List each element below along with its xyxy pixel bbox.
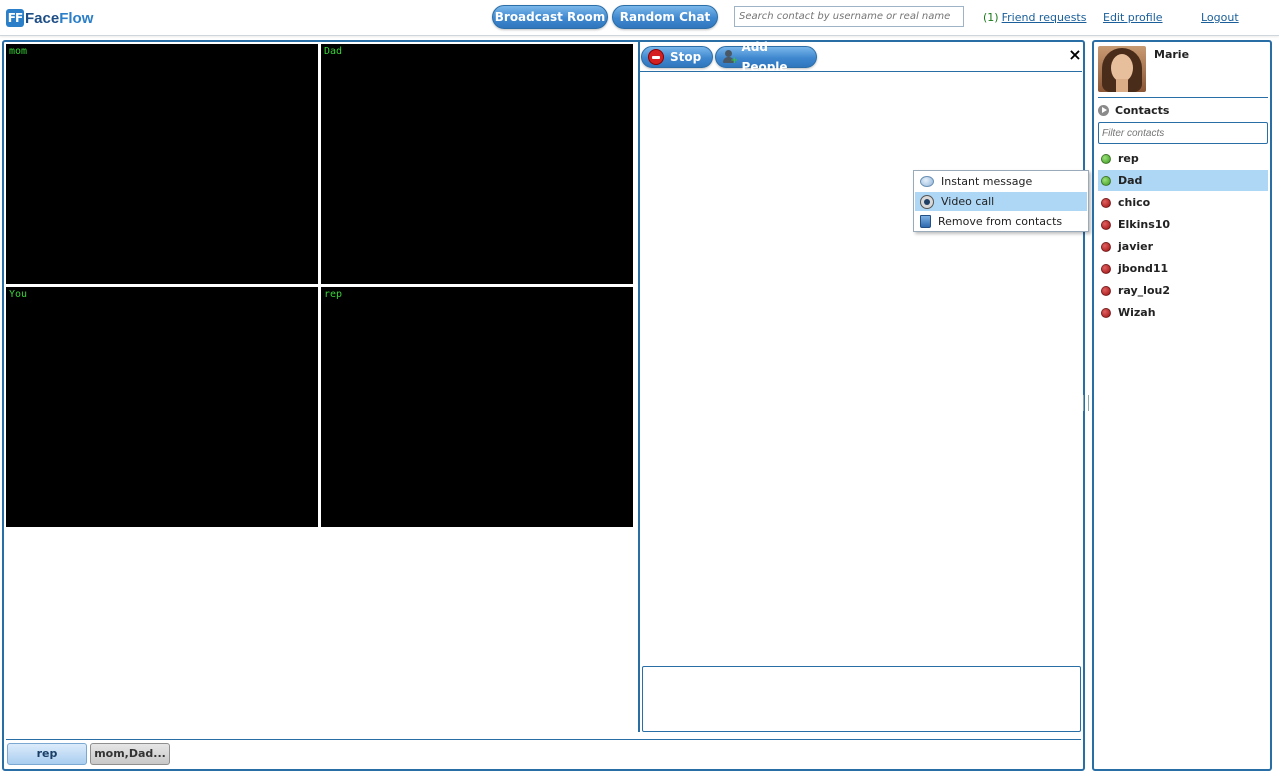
- menu-item-instant-message[interactable]: Instant message: [915, 172, 1087, 191]
- friend-requests-count: (1): [983, 11, 999, 24]
- online-status-icon: [1101, 175, 1111, 186]
- sidebar-divider: [1098, 97, 1268, 98]
- chat-header-divider: [640, 71, 1082, 72]
- offline-status-icon: [1101, 307, 1111, 318]
- filter-contacts-input[interactable]: [1098, 122, 1268, 144]
- random-chat-button[interactable]: Random Chat: [612, 5, 718, 29]
- contact-item[interactable]: Wizah: [1098, 302, 1268, 323]
- offline-status-icon: [1101, 263, 1111, 274]
- video-label: You: [9, 289, 28, 300]
- contacts-heading[interactable]: Contacts: [1098, 104, 1169, 117]
- contact-item[interactable]: chico: [1098, 192, 1268, 213]
- stop-call-button[interactable]: Stop: [641, 46, 713, 68]
- video-label: mom: [9, 46, 28, 57]
- panel-splitter[interactable]: [638, 42, 640, 732]
- broadcast-room-button[interactable]: Broadcast Room: [492, 5, 608, 29]
- faceflow-logo[interactable]: FF FaceFlow: [6, 7, 93, 29]
- contact-item[interactable]: rep: [1098, 148, 1268, 169]
- video-tile-rep[interactable]: rep: [321, 287, 633, 527]
- contact-item[interactable]: ray_lou2: [1098, 280, 1268, 301]
- offline-status-icon: [1101, 285, 1111, 296]
- menu-item-remove-contact[interactable]: Remove from contacts: [915, 212, 1087, 231]
- offline-status-icon: [1101, 219, 1111, 230]
- video-tile-mom[interactable]: mom: [6, 44, 318, 284]
- edit-profile-link[interactable]: Edit profile: [1103, 11, 1163, 24]
- logo-text: FaceFlow: [25, 9, 94, 27]
- contact-search-input[interactable]: [734, 6, 964, 27]
- contact-item[interactable]: Elkins10: [1098, 214, 1268, 235]
- friend-requests-link[interactable]: Friend requests: [1002, 11, 1087, 24]
- contact-item[interactable]: Dad: [1098, 170, 1268, 191]
- conversation-tab-rep[interactable]: rep: [7, 743, 87, 765]
- friend-requests: (1) Friend requests: [983, 11, 1086, 24]
- video-label: rep: [324, 289, 343, 300]
- call-panel: mom Dad You rep Stop + Add People × rep …: [2, 40, 1085, 771]
- tabs-divider: [6, 739, 1081, 740]
- chat-message-input[interactable]: [642, 666, 1081, 732]
- trash-icon: [920, 215, 931, 228]
- contacts-sidebar: Marie Contacts rep Dad chico Elkins10 ja…: [1092, 40, 1272, 771]
- add-person-icon: +: [722, 49, 738, 66]
- menu-item-video-call[interactable]: Video call: [915, 192, 1087, 211]
- logo-mark-icon: FF: [6, 9, 24, 27]
- contact-context-menu: Instant message Video call Remove from c…: [913, 170, 1089, 232]
- close-icon[interactable]: ×: [1068, 47, 1082, 63]
- expand-arrow-icon: [1098, 105, 1109, 116]
- offline-status-icon: [1101, 241, 1111, 252]
- add-people-button[interactable]: + Add People: [715, 40, 817, 74]
- current-user-name: Marie: [1154, 48, 1190, 61]
- video-label: Dad: [324, 46, 343, 57]
- hang-up-icon: [648, 49, 664, 65]
- top-bar: FF FaceFlow Broadcast Room Random Chat (…: [0, 0, 1279, 36]
- contact-item[interactable]: javier: [1098, 236, 1268, 257]
- webcam-icon: [920, 194, 934, 209]
- offline-status-icon: [1101, 197, 1111, 208]
- online-status-icon: [1101, 153, 1111, 164]
- conversation-tab-group[interactable]: mom,Dad...: [90, 743, 170, 765]
- video-tile-you[interactable]: You: [6, 287, 318, 527]
- contact-item[interactable]: jbond11: [1098, 258, 1268, 279]
- video-tile-dad[interactable]: Dad: [321, 44, 633, 284]
- logout-link[interactable]: Logout: [1201, 11, 1239, 24]
- resize-grip-icon[interactable]: [1083, 395, 1089, 411]
- chat-bubble-icon: [920, 176, 934, 187]
- avatar[interactable]: [1098, 46, 1146, 92]
